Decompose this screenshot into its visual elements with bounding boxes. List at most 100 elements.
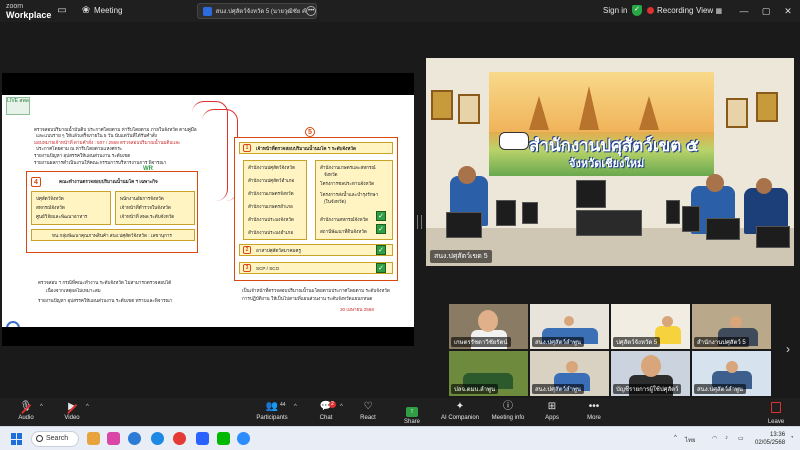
maximize-icon[interactable]: ▢ xyxy=(759,4,773,18)
battery-icon[interactable]: ▭ xyxy=(738,435,744,442)
tile-name-label: ปลจ.ตมบ.ลำพูน xyxy=(451,384,499,394)
gallery-tile[interactable]: บัญชีรายการผู้ใช้ปศุสัตว์ xyxy=(611,351,690,396)
vivaldi-browser-icon[interactable] xyxy=(173,432,186,445)
tile-name-label: สนง.ปศุสัตว์ลำพูน xyxy=(532,384,585,394)
chrome-browser-icon[interactable] xyxy=(151,432,164,445)
tile-name-label: สำนักงานปศุสัตว์ 5 xyxy=(694,337,749,347)
view-button[interactable]: View ▦ xyxy=(696,6,722,15)
meeting-info-button[interactable]: ⓘ Meeting info xyxy=(486,400,530,426)
search-icon xyxy=(36,435,43,442)
list-item: จังหวัด xyxy=(324,172,338,177)
list-item: โครงการชลประทานจังหวัด xyxy=(320,181,375,186)
apps-grid-icon: ⊞ xyxy=(547,401,557,412)
recording-label[interactable]: Recording xyxy=(657,6,693,15)
word-app-icon[interactable] xyxy=(196,432,209,445)
gallery-tile[interactable]: เกษตรรัชดาวิชัยรัตน์ xyxy=(449,304,528,349)
tile-face xyxy=(662,316,673,327)
taskbar-search[interactable]: Search xyxy=(31,431,79,447)
edge-browser-icon[interactable] xyxy=(128,432,141,445)
share-screen-icon: ↑ xyxy=(406,407,418,417)
list-item: สำนักงานปศุสัตว์อำเภอ xyxy=(248,178,295,183)
recording-dot-icon xyxy=(647,7,654,14)
chevron-up-icon[interactable]: ^ xyxy=(40,404,43,410)
list-item: สำนักงานสหกรณ์จังหวัด xyxy=(320,217,369,222)
checkmark-icon: ✓ xyxy=(376,245,386,255)
officer-item-2: 2 อาสาปศุสัตว์สมาคมครู xyxy=(239,244,393,256)
shared-screen: LIVE สพล ตรวจสอบปริมาณน้ำมันดิบ ประกาศโด… xyxy=(2,73,414,346)
more-options-icon[interactable]: ••• xyxy=(306,6,316,16)
slide-bullet: การปฏิบัติงาน ให้เป็นไปตามที่แผนส่วนงาน … xyxy=(242,296,373,301)
apps-button[interactable]: ⊞ Apps xyxy=(532,400,572,426)
chevron-up-icon[interactable]: ^ xyxy=(86,404,89,410)
share-indicator-icon xyxy=(203,6,212,16)
gallery-tile[interactable]: สนง.ปศุสัตว์ลำพูน xyxy=(692,351,771,396)
portrait-frame xyxy=(431,90,453,120)
chevron-up-icon[interactable]: ^ xyxy=(340,404,343,410)
participant-head xyxy=(458,166,476,184)
tray-language[interactable]: ไทย xyxy=(685,435,696,445)
slide-date: 30 เมษายน 2568 xyxy=(340,307,374,312)
participants-label: Participants xyxy=(256,415,288,421)
taskbar-app-icon[interactable] xyxy=(107,432,120,445)
checkmark-icon: ✓ xyxy=(376,224,386,234)
list-item: สำนักงานเกษตรจังหวัด xyxy=(248,191,294,196)
ai-companion-button[interactable]: ✦ AI Companion xyxy=(436,400,484,426)
banner-subtitle: จังหวัดเชียงใหม่ xyxy=(569,158,645,170)
desk-monitor xyxy=(706,218,740,240)
officer-box: 1 เจ้าหน้าที่ตรวจสอบปริมาณน้ำนมโค ฯ ระดั… xyxy=(234,137,398,281)
office-banner: สำนักงานปศุสัตว์เขต ๕ จังหวัดเชียงใหม่ xyxy=(489,72,714,176)
leave-button[interactable]: Leave xyxy=(756,400,796,426)
sparkle-icon: ✦ xyxy=(455,401,465,412)
wifi-icon[interactable]: ◠ xyxy=(712,435,717,442)
slide-bullet: ประกาศโดยตาม ณ ห่ารีบโดยตามแหงศกระ xyxy=(36,146,123,151)
logo-line2: Workplace xyxy=(6,10,52,20)
gallery-tile[interactable]: สำนักงานปศุสัตว์ 5 xyxy=(692,304,771,349)
minimize-window-icon[interactable]: ▭ xyxy=(56,5,68,17)
participants-count: 44 xyxy=(280,402,286,408)
windows-start-icon[interactable] xyxy=(11,433,23,445)
info-icon: ⓘ xyxy=(503,401,513,412)
banner-sky xyxy=(489,72,714,132)
banner-temple xyxy=(639,96,659,130)
gallery-tile[interactable]: สนง.ปศุสัตว์ลำพูน xyxy=(530,304,609,349)
chevron-right-icon[interactable]: › xyxy=(786,342,790,356)
task-force-right-list: พนักงานอัยการจังหวัด เจ้าหน้าที่ตำรวจในจ… xyxy=(115,191,195,225)
taskbar-app-icon[interactable] xyxy=(87,432,100,445)
list-item: สหกรณ์จังหวัด xyxy=(36,205,65,210)
participants-button[interactable]: 👥 44 Participants xyxy=(250,400,294,426)
audio-label: Audio xyxy=(18,415,34,421)
view-label: View xyxy=(696,6,714,15)
gallery-tile[interactable]: ปลจ.ตมบ.ลำพูน xyxy=(449,351,528,396)
encryption-shield-icon[interactable]: ✓ xyxy=(632,5,642,16)
sign-in-link[interactable]: Sign in xyxy=(603,6,627,15)
banner-temple xyxy=(529,96,549,130)
chevron-up-icon[interactable]: ^ xyxy=(294,404,297,410)
list-item: โครงการส่งน้ำและบำรุงรักษา xyxy=(320,192,379,197)
more-button[interactable]: ••• More xyxy=(574,400,614,426)
splitter-handle[interactable] xyxy=(417,215,422,229)
paw-icon: ❀ xyxy=(81,5,91,16)
screen-share-indicator[interactable]: สนง.ปศุสัตว์จังหวัด 5 (นายวุฒิชัย คำสี) … xyxy=(197,3,317,19)
line-app-icon[interactable] xyxy=(217,432,230,445)
item-number: 1 xyxy=(243,144,251,152)
slide-bullet: และแบบราย ๆ ให้แล้วเสร็จภายใน 5 วัน นับแ… xyxy=(36,133,157,138)
participant-head xyxy=(756,178,772,194)
tile-face xyxy=(730,316,742,328)
gallery-tile[interactable]: สนง.ปศุสัตว์ลำพูน xyxy=(530,351,609,396)
notification-bell-icon[interactable]: ◔ xyxy=(790,435,794,441)
tray-chevron-icon[interactable]: ^ xyxy=(674,435,677,441)
taskbar-clock[interactable]: 13:36 02/05/2568 xyxy=(755,431,785,447)
close-icon[interactable]: ✕ xyxy=(781,4,795,18)
desk-monitor xyxy=(576,180,606,208)
gallery-tile[interactable]: ปศุสัตว์จังหวัด 5 xyxy=(611,304,690,349)
portrait-frame xyxy=(458,94,480,124)
speaker-icon[interactable]: ♪ xyxy=(725,435,728,441)
active-speaker-video[interactable]: สำนักงานปศุสัตว์เขต ๕ จังหวัดเชียงใหม่ ส… xyxy=(426,58,794,266)
share-button[interactable]: ↑ Share xyxy=(392,400,432,426)
zoom-app-icon[interactable] xyxy=(237,432,250,445)
react-button[interactable]: ♡ React xyxy=(348,400,388,426)
slide-arrow xyxy=(202,109,238,201)
minimize-icon[interactable]: — xyxy=(737,4,751,18)
share-indicator-text: สนง.ปศุสัตว์จังหวัด 5 (นายวุฒิชัย คำสี) … xyxy=(215,9,307,15)
slide-brand-logo: LIVE สพล xyxy=(6,97,30,115)
